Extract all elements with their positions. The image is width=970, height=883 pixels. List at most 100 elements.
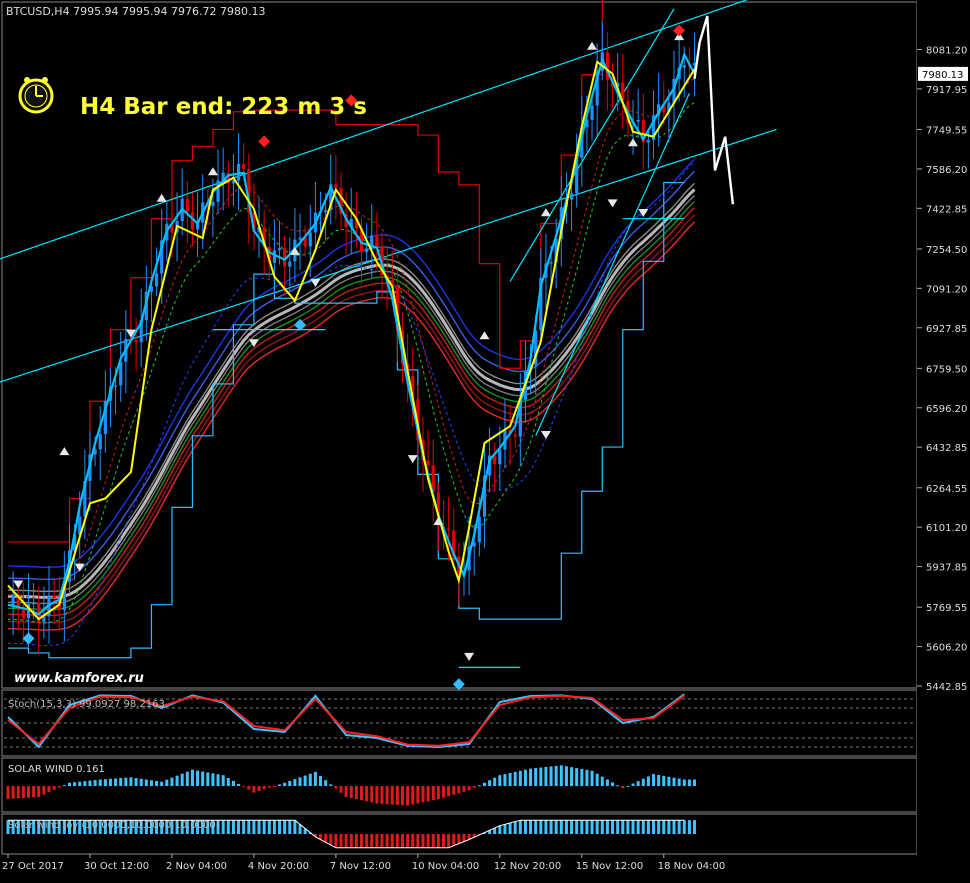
joy-bar <box>457 834 461 844</box>
joy-bar <box>585 820 589 834</box>
candle-body <box>324 210 328 212</box>
solar-wind-bar <box>313 771 317 787</box>
solar-wind-bar <box>216 774 220 787</box>
solar-wind-bar <box>349 786 353 799</box>
solar-wind-bar <box>365 786 369 802</box>
solar-wind-bar <box>278 784 282 787</box>
solar-wind-bar <box>554 765 558 787</box>
joy-bar <box>667 820 671 834</box>
candle-body <box>446 528 451 531</box>
joy-bar <box>411 834 415 848</box>
solar-wind-bar <box>472 786 476 788</box>
solar-wind-bar <box>155 780 159 787</box>
joy-bar <box>421 834 425 848</box>
solar-wind-bar <box>467 786 471 791</box>
solar-wind-bar <box>693 779 697 787</box>
solar-wind-bar <box>354 786 358 800</box>
joy-bar <box>631 820 635 834</box>
solar-wind-bar <box>534 768 538 787</box>
joy-bar <box>518 820 522 834</box>
y-tick-label: 5606.20 <box>926 643 967 654</box>
candle-body <box>185 198 189 212</box>
candle-body <box>682 65 686 68</box>
solar-wind-bar <box>375 786 379 804</box>
solar-wind-bar <box>149 780 153 787</box>
solar-wind-bar <box>575 768 579 787</box>
y-tick-label: 6759.50 <box>926 364 967 375</box>
x-tick-label: 2 Nov 04:00 <box>166 861 227 872</box>
solar-wind-bar <box>652 774 656 787</box>
solar-wind-bar <box>52 786 56 790</box>
candle-body <box>113 385 118 387</box>
bar-end-label: H4 Bar end: 223 m 3 s <box>80 94 367 120</box>
joy-bar <box>365 834 369 848</box>
solar-wind-bar <box>662 775 666 787</box>
solar-wind-bar <box>180 773 184 787</box>
solar-wind-bar <box>590 770 594 787</box>
solar-wind-bar <box>272 786 276 788</box>
solar-wind-bar <box>16 786 20 799</box>
solar-wind-bar <box>339 786 343 793</box>
solar-wind-bar <box>252 786 256 793</box>
solar-wind-bar <box>631 783 635 787</box>
solar-wind-bar <box>677 778 681 787</box>
candle-body <box>21 609 25 619</box>
solar-wind-bar <box>585 769 589 787</box>
joy-bar <box>503 824 507 834</box>
solar-wind-bar <box>667 776 671 787</box>
joy-bar <box>662 820 666 834</box>
solar-wind-bar <box>518 770 522 787</box>
solar-wind-bar <box>529 768 533 787</box>
x-tick-label: 12 Nov 20:00 <box>494 861 561 872</box>
solar-wind-bar <box>687 779 691 787</box>
solar-wind-bar <box>564 766 568 787</box>
solar-wind-bar <box>508 772 512 787</box>
candle-body <box>236 163 241 181</box>
joy-bar <box>534 820 538 834</box>
candle-body <box>375 235 379 247</box>
joy-bar <box>349 834 353 848</box>
candle-body <box>569 193 574 200</box>
solar-wind-bar <box>247 786 251 790</box>
solar-wind-bar <box>160 781 164 787</box>
candle-body <box>426 460 430 466</box>
y-tick-label: 5442.85 <box>926 682 967 693</box>
watermark: www.kamforex.ru <box>14 671 144 686</box>
solar-wind-bar <box>441 786 445 798</box>
joy-bar <box>400 834 404 848</box>
joy-bar <box>657 820 661 834</box>
y-tick-label: 6432.85 <box>926 443 967 454</box>
candle-body <box>365 248 369 253</box>
candle-body <box>242 163 246 170</box>
joy-bar <box>226 820 230 834</box>
solar-wind-bar <box>298 777 302 787</box>
solar-wind-bar <box>447 786 451 797</box>
solar-wind-bar <box>380 786 384 804</box>
solar-wind-bar <box>411 786 415 805</box>
joy-bar <box>344 834 348 848</box>
solar-wind-bar <box>196 770 200 787</box>
solar-wind-bar <box>616 785 620 787</box>
solar-wind-bar <box>611 782 615 787</box>
joy-bar <box>693 820 697 834</box>
joy-bar <box>539 820 543 834</box>
solar-wind-bar <box>134 778 138 787</box>
y-tick-label: 7586.20 <box>926 165 967 176</box>
y-tick-label: 6927.85 <box>926 324 967 335</box>
solar-wind-bar <box>657 774 661 787</box>
solar-wind-bar <box>211 773 215 787</box>
candle-body <box>288 261 292 267</box>
candle-body <box>98 434 102 450</box>
solar-wind-bar <box>175 775 179 787</box>
joy-bar <box>529 820 533 834</box>
y-tick-label: 8081.20 <box>926 46 967 57</box>
solar-wind-bar <box>124 777 128 787</box>
solar-wind-bar <box>114 778 118 787</box>
solar-wind-bar <box>457 786 461 794</box>
candle-body <box>277 248 282 251</box>
candle-body <box>134 340 138 343</box>
solar-wind-bar <box>370 786 374 803</box>
joy-bar <box>252 820 256 834</box>
joy-bar <box>554 820 558 834</box>
solar-wind-bar <box>88 780 92 787</box>
